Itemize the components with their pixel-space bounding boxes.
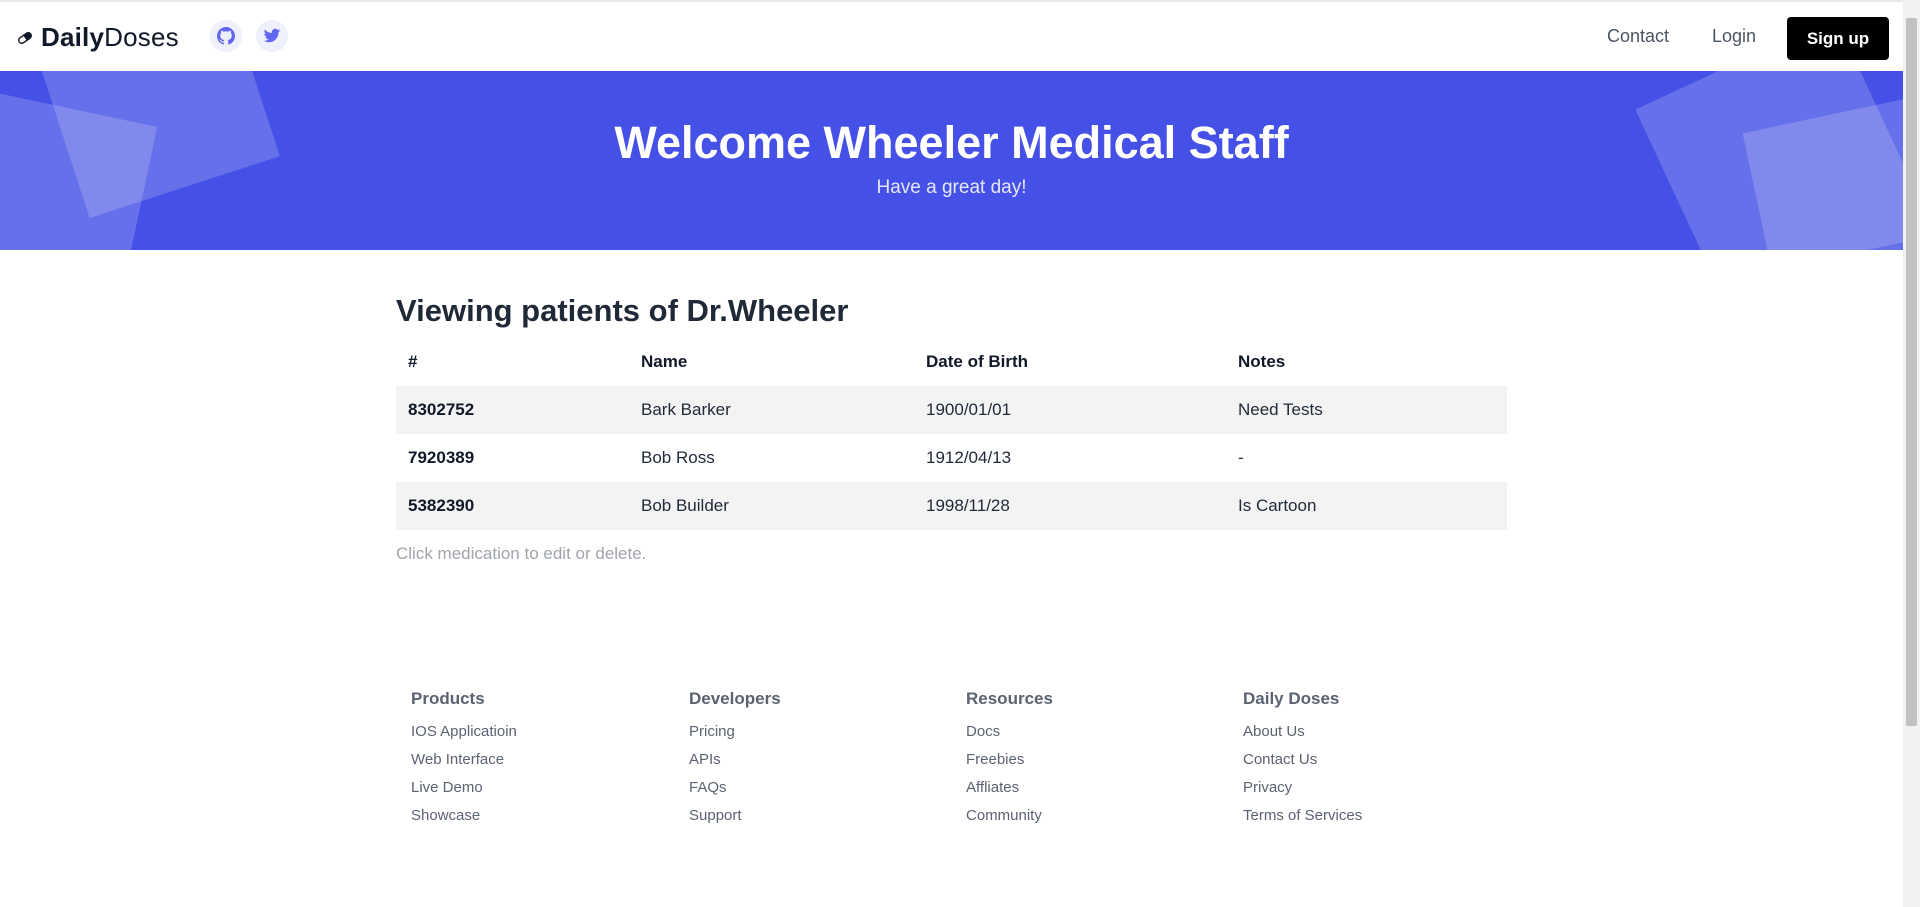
footer-link[interactable]: APIs xyxy=(689,751,949,768)
footer-link[interactable]: Terms of Services xyxy=(1243,807,1503,824)
table-row[interactable]: 5382390 Bob Builder 1998/11/28 Is Cartoo… xyxy=(396,482,1507,530)
footer-link[interactable]: FAQs xyxy=(689,779,949,796)
column-header-name: Name xyxy=(641,352,688,371)
footer-heading: Developers xyxy=(689,689,781,708)
brand-name-bold: Daily xyxy=(41,22,105,52)
column-header-id: # xyxy=(408,352,418,371)
table-row[interactable]: 8302752 Bark Barker 1900/01/01 Need Test… xyxy=(396,386,1507,434)
nav-login-link[interactable]: Login xyxy=(1712,26,1756,47)
patient-notes: Need Tests xyxy=(1238,400,1323,419)
nav-contact-link[interactable]: Contact xyxy=(1607,26,1669,47)
github-icon xyxy=(217,27,235,45)
signup-button[interactable]: Sign up xyxy=(1787,17,1889,60)
patient-notes: - xyxy=(1238,448,1244,467)
patient-name: Bob Builder xyxy=(641,496,729,515)
footer-link[interactable]: Web Interface xyxy=(411,751,671,768)
footer-link[interactable]: Privacy xyxy=(1243,779,1503,796)
footer-link[interactable]: Docs xyxy=(966,723,1226,740)
table-header-row: # Name Date of Birth Notes xyxy=(396,338,1507,386)
github-link[interactable] xyxy=(210,20,242,52)
scrollbar-thumb[interactable] xyxy=(1906,18,1917,726)
brand-name-light: Doses xyxy=(104,22,179,52)
footer-column-resources: Resources Docs Freebies Affliates Commun… xyxy=(966,689,1226,835)
patient-name: Bob Ross xyxy=(641,448,715,467)
footer-column-daily-doses: Daily Doses About Us Contact Us Privacy … xyxy=(1243,689,1503,835)
footer-heading: Daily Doses xyxy=(1243,689,1340,708)
footer-link[interactable]: Pricing xyxy=(689,723,949,740)
patients-table: # Name Date of Birth Notes 8302752 Bark … xyxy=(396,338,1507,530)
footer-link[interactable]: Showcase xyxy=(411,807,671,824)
column-header-dob: Date of Birth xyxy=(926,352,1028,371)
footer-link[interactable]: Contact Us xyxy=(1243,751,1503,768)
patient-id: 5382390 xyxy=(408,496,475,515)
table-row[interactable]: 7920389 Bob Ross 1912/04/13 - xyxy=(396,434,1507,482)
footer-heading: Resources xyxy=(966,689,1053,708)
patient-dob: 1912/04/13 xyxy=(926,448,1012,467)
twitter-link[interactable] xyxy=(256,20,288,52)
footer-link[interactable]: About Us xyxy=(1243,723,1503,740)
hero-subtitle: Have a great day! xyxy=(876,177,1027,198)
footer-heading: Products xyxy=(411,689,485,708)
brand-name: DailyDoses xyxy=(41,22,179,53)
footer-link[interactable]: Live Demo xyxy=(411,779,671,796)
patient-id: 7920389 xyxy=(408,448,475,467)
footer-column-products: Products IOS Applicatioin Web Interface … xyxy=(411,689,671,835)
footer-link[interactable]: IOS Applicatioin xyxy=(411,723,671,740)
footer-column-developers: Developers Pricing APIs FAQs Support xyxy=(689,689,949,835)
twitter-icon xyxy=(263,28,281,43)
hero-banner: Welcome Wheeler Medical Staff Have a gre… xyxy=(0,71,1903,250)
column-header-notes: Notes xyxy=(1238,352,1286,371)
vertical-scrollbar[interactable] xyxy=(1903,0,1920,907)
patient-notes: Is Cartoon xyxy=(1238,496,1317,515)
pill-icon xyxy=(18,31,32,44)
brand-logo[interactable]: DailyDoses xyxy=(17,22,179,53)
patient-dob: 1998/11/28 xyxy=(926,496,1010,515)
page-title: Viewing patients of Dr.Wheeler xyxy=(396,293,849,328)
footer-link[interactable]: Support xyxy=(689,807,949,824)
footer-link[interactable]: Affliates xyxy=(966,779,1226,796)
patient-name: Bark Barker xyxy=(641,400,731,419)
footer-link[interactable]: Freebies xyxy=(966,751,1226,768)
patient-dob: 1900/01/01 xyxy=(926,400,1012,419)
hero-title: Welcome Wheeler Medical Staff xyxy=(614,117,1289,168)
edit-hint-text: Click medication to edit or delete. xyxy=(396,544,647,563)
patient-id: 8302752 xyxy=(408,400,475,419)
top-navbar: DailyDoses Contact Login Sign up xyxy=(0,2,1903,71)
footer-link[interactable]: Community xyxy=(966,807,1226,824)
